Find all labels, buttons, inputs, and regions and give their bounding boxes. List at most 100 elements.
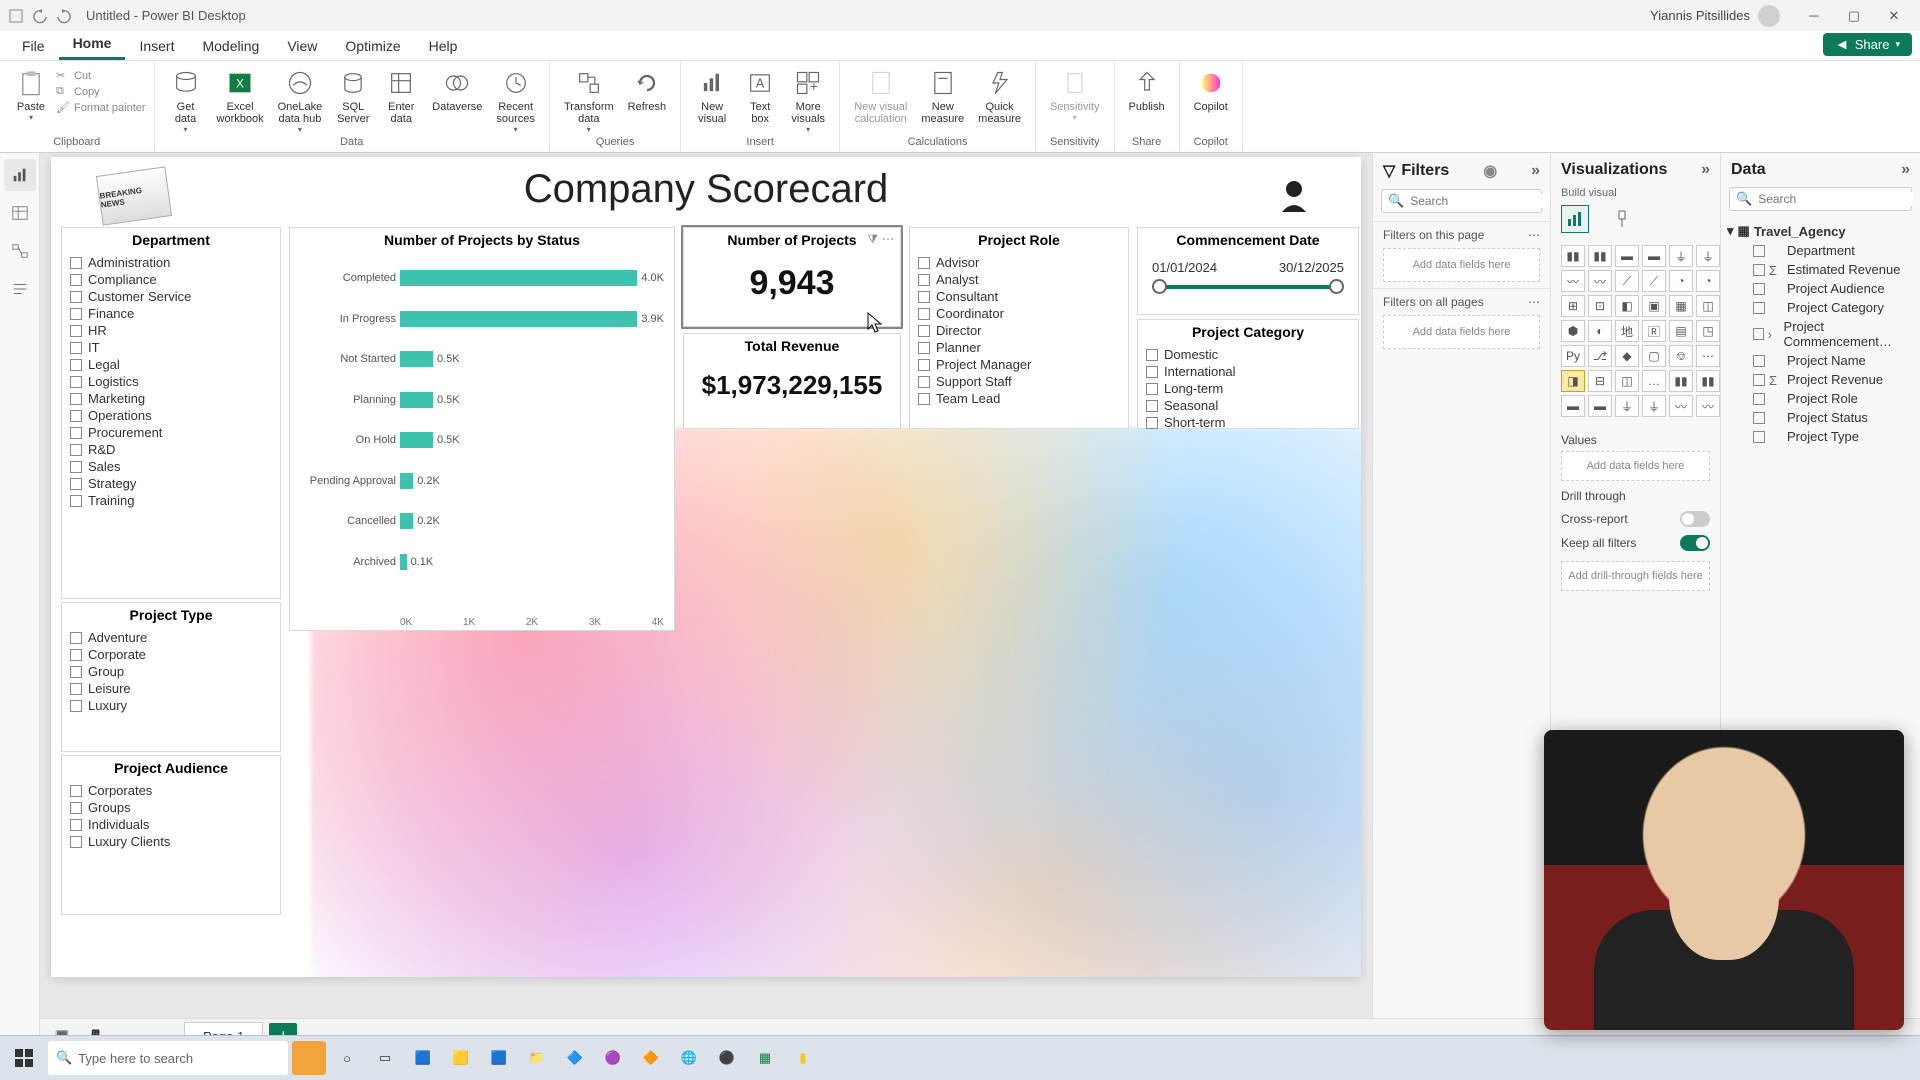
undo-icon[interactable] — [30, 6, 50, 26]
autosave-icon[interactable] — [6, 6, 26, 26]
taskbar-app-5[interactable]: 🔷 — [558, 1041, 592, 1075]
slicer-option[interactable]: Coordinator — [918, 305, 1120, 322]
taskbar-app-1[interactable] — [292, 1041, 326, 1075]
viz-type-button[interactable]: 〰 — [1669, 395, 1693, 417]
paste-button[interactable]: Paste▾ — [8, 65, 54, 124]
viz-type-button[interactable]: ◫ — [1615, 370, 1639, 392]
slicer-option[interactable]: Planner — [918, 339, 1120, 356]
taskbar-obs[interactable]: ⚫ — [710, 1041, 744, 1075]
close-button[interactable]: ✕ — [1874, 0, 1914, 31]
slicer-option[interactable]: Luxury — [70, 697, 272, 714]
slicer-option[interactable]: Finance — [70, 305, 272, 322]
date-from[interactable]: 01/01/2024 — [1152, 260, 1217, 275]
menu-insert[interactable]: Insert — [125, 32, 188, 60]
keep-filters-toggle[interactable] — [1680, 535, 1710, 551]
slicer-option[interactable]: Administration — [70, 254, 272, 271]
viz-type-button[interactable]: ⟋ — [1642, 270, 1666, 292]
menu-file[interactable]: File — [8, 32, 59, 60]
menu-home[interactable]: Home — [59, 29, 126, 60]
text-box-button[interactable]: AText box — [737, 65, 783, 127]
viz-type-button[interactable]: ⟋ — [1615, 270, 1639, 292]
cross-report-toggle[interactable] — [1680, 511, 1710, 527]
viz-type-button[interactable]: ⏚ — [1642, 395, 1666, 417]
slicer-option[interactable]: Logistics — [70, 373, 272, 390]
slicer-option[interactable]: Consultant — [918, 288, 1120, 305]
slicer-commencement-date[interactable]: Commencement Date 01/01/202430/12/2025 — [1137, 227, 1359, 315]
filters-search[interactable]: 🔍 — [1381, 189, 1542, 213]
viz-type-button[interactable]: ▬ — [1642, 245, 1666, 267]
slicer-option[interactable]: Individuals — [70, 816, 272, 833]
taskbar-search[interactable]: 🔍Type here to search — [48, 1041, 288, 1075]
viz-type-button[interactable]: ◫ — [1696, 295, 1720, 317]
bar[interactable] — [400, 270, 637, 286]
taskbar-taskview[interactable]: ▭ — [368, 1041, 402, 1075]
excel-button[interactable]: XExcel workbook — [211, 65, 270, 127]
slicer-option[interactable]: Legal — [70, 356, 272, 373]
viz-type-button[interactable]: ⬢ — [1561, 320, 1585, 342]
field-node[interactable]: ›Project Commencement… — [1727, 317, 1914, 351]
date-to[interactable]: 30/12/2025 — [1279, 260, 1344, 275]
slicer-option[interactable]: Group — [70, 663, 272, 680]
slicer-department[interactable]: Department AdministrationComplianceCusto… — [61, 227, 281, 599]
field-node[interactable]: ΣEstimated Revenue — [1727, 260, 1914, 279]
taskbar-app-3[interactable]: 🟨 — [444, 1041, 478, 1075]
date-slider[interactable] — [1160, 285, 1336, 289]
refresh-button[interactable]: Refresh — [622, 65, 673, 115]
viz-type-button[interactable]: 🅁 — [1642, 320, 1666, 342]
format-visual-mode[interactable] — [1611, 205, 1639, 233]
field-node[interactable]: Project Type — [1727, 427, 1914, 446]
menu-modeling[interactable]: Modeling — [188, 32, 273, 60]
viz-type-button[interactable]: ▮▮ — [1588, 245, 1612, 267]
viz-type-button[interactable]: ⋯ — [1696, 345, 1720, 367]
share-button[interactable]: Share ▾ — [1823, 33, 1912, 56]
menu-optimize[interactable]: Optimize — [331, 32, 414, 60]
field-node[interactable]: Department — [1727, 241, 1914, 260]
slicer-option[interactable]: Customer Service — [70, 288, 272, 305]
transform-data-button[interactable]: Transform data▾ — [558, 65, 620, 136]
menu-view[interactable]: View — [273, 32, 331, 60]
slicer-option[interactable]: Corporate — [70, 646, 272, 663]
viz-type-button[interactable]: ⊟ — [1588, 370, 1612, 392]
minimize-button[interactable]: ─ — [1794, 0, 1834, 31]
slicer-option[interactable]: HR — [70, 322, 272, 339]
collapse-icon[interactable]: » — [1531, 162, 1540, 180]
viz-type-button[interactable]: ▬ — [1615, 245, 1639, 267]
slicer-option[interactable]: Luxury Clients — [70, 833, 272, 850]
dataverse-button[interactable]: Dataverse — [426, 65, 488, 115]
taskbar-chrome[interactable]: 🌐 — [672, 1041, 706, 1075]
build-visual-mode[interactable] — [1561, 205, 1589, 233]
report-view-button[interactable] — [4, 159, 36, 191]
slicer-option[interactable]: Seasonal — [1146, 397, 1350, 414]
slicer-option[interactable]: R&D — [70, 441, 272, 458]
recent-sources-button[interactable]: Recent sources▾ — [490, 65, 541, 136]
table-node[interactable]: ▾▦Travel_Agency — [1727, 221, 1914, 241]
taskbar-cortana[interactable]: ○ — [330, 1041, 364, 1075]
maximize-button[interactable]: ▢ — [1834, 0, 1874, 31]
slicer-option[interactable]: International — [1146, 363, 1350, 380]
viz-type-button[interactable]: ▬ — [1561, 395, 1585, 417]
report-canvas[interactable]: BREAKING NEWS Company Scorecard Departme… — [51, 157, 1361, 977]
new-measure-button[interactable]: New measure — [915, 65, 970, 127]
field-node[interactable]: Project Status — [1727, 408, 1914, 427]
viz-type-button[interactable]: ⏚ — [1615, 395, 1639, 417]
redo-icon[interactable] — [54, 6, 74, 26]
slicer-project-category[interactable]: Project Category DomesticInternationalLo… — [1137, 319, 1359, 429]
viz-type-button[interactable]: ▦ — [1669, 295, 1693, 317]
taskbar-excel[interactable]: ▦ — [748, 1041, 782, 1075]
quick-measure-button[interactable]: Quick measure — [972, 65, 1027, 127]
slicer-option[interactable]: Training — [70, 492, 272, 509]
viz-type-button[interactable]: 〰 — [1561, 270, 1585, 292]
slicer-option[interactable]: Compliance — [70, 271, 272, 288]
taskbar-app-7[interactable]: 🔶 — [634, 1041, 668, 1075]
slicer-option[interactable]: Short-term — [1146, 414, 1350, 431]
viz-type-button[interactable]: ⏚ — [1696, 245, 1720, 267]
eye-icon[interactable]: ◉ — [1483, 161, 1497, 181]
field-node[interactable]: Project Name — [1727, 351, 1914, 370]
viz-type-button[interactable]: ◔ — [1696, 270, 1720, 292]
viz-type-button[interactable]: ▮▮ — [1561, 245, 1585, 267]
bar[interactable] — [400, 351, 433, 367]
card-total-revenue[interactable]: Total Revenue $1,973,229,155 — [683, 333, 901, 429]
slicer-option[interactable]: Project Manager — [918, 356, 1120, 373]
table-view-button[interactable] — [4, 197, 36, 229]
viz-type-button[interactable]: ⊡ — [1588, 295, 1612, 317]
